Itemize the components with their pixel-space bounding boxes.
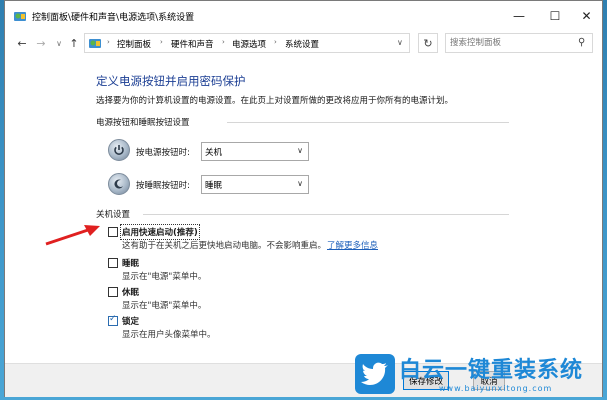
annotation-arrow-icon — [45, 225, 100, 246]
section-divider — [227, 122, 509, 123]
breadcrumb-separator: › — [107, 38, 110, 46]
search-input[interactable] — [450, 36, 570, 50]
page-title: 定义电源按钮并启用密码保护 — [96, 74, 246, 88]
watermark-logo: 白云一键重装系统 www.baiyunxitong.com — [355, 352, 607, 398]
search-box[interactable]: ⚲ — [445, 33, 593, 53]
fast-startup-label[interactable]: 启用快速启动(推荐) — [120, 224, 200, 240]
sleep-description: 显示在"电源"菜单中。 — [122, 272, 207, 282]
shutdown-section-header: 关机设置 — [96, 210, 131, 220]
lock-checkbox[interactable] — [108, 314, 118, 326]
fast-startup-checkbox[interactable] — [108, 227, 118, 237]
power-button-action-select[interactable]: 关机 ∨ — [201, 142, 309, 161]
breadcrumb-separator: › — [274, 38, 277, 46]
up-button[interactable]: ↑ — [65, 34, 83, 52]
address-bar[interactable]: › 控制面板 › 硬件和声音 › 电源选项 › 系统设置 ∨ — [84, 33, 410, 53]
hibernate-label[interactable]: 休眠 — [122, 286, 139, 298]
section-divider — [143, 214, 509, 215]
twitter-bird-icon — [355, 354, 395, 394]
close-button[interactable]: ✕ — [571, 1, 602, 31]
breadcrumb-separator: › — [222, 38, 225, 46]
sleep-button-label: 按睡眠按钮时: — [136, 181, 190, 191]
power-button-label: 按电源按钮时: — [136, 148, 190, 158]
search-icon[interactable]: ⚲ — [578, 37, 585, 48]
page-description: 选择要为你的计算机设置的电源设置。在此页上对设置所做的更改将应用于你所有的电源计… — [96, 96, 454, 106]
control-panel-icon — [14, 12, 26, 21]
control-panel-icon — [89, 39, 101, 48]
hibernate-checkbox[interactable] — [108, 287, 118, 297]
learn-more-link[interactable]: 了解更多信息 — [327, 239, 378, 251]
breadcrumb-control-panel[interactable]: 控制面板 — [117, 38, 151, 50]
forward-button[interactable]: → — [32, 34, 50, 52]
select-value: 睡眠 — [205, 181, 223, 191]
sleep-checkbox[interactable] — [108, 258, 118, 268]
navigation-bar: ← → ∨ ↑ › 控制面板 › 硬件和声音 › 电源选项 › 系统设置 ∨ ↻… — [5, 31, 602, 55]
power-section-header: 电源按钮和睡眠按钮设置 — [96, 118, 190, 128]
power-button-icon — [108, 139, 130, 161]
window-title: 控制面板\硬件和声音\电源选项\系统设置 — [32, 13, 195, 23]
sleep-button-action-select[interactable]: 睡眠 ∨ — [201, 175, 309, 194]
breadcrumb-system-settings[interactable]: 系统设置 — [285, 38, 319, 50]
title-bar: 控制面板\硬件和声音\电源选项\系统设置 — ☐ ✕ — [5, 1, 602, 31]
breadcrumb-power-options[interactable]: 电源选项 — [232, 38, 266, 50]
control-panel-window: 控制面板\硬件和声音\电源选项\系统设置 — ☐ ✕ ← → ∨ ↑ › 控制面… — [4, 0, 603, 397]
sleep-label[interactable]: 睡眠 — [122, 257, 139, 269]
fast-startup-description: 这有助于在关机之后更快地启动电脑。不会影响重启。 — [122, 241, 327, 251]
maximize-button[interactable]: ☐ — [537, 1, 573, 31]
watermark-url: www.baiyunxitong.com — [439, 384, 553, 393]
chevron-down-icon: ∨ — [297, 146, 303, 155]
lock-description: 显示在用户头像菜单中。 — [122, 330, 216, 340]
refresh-button[interactable]: ↻ — [418, 33, 438, 53]
lock-label[interactable]: 锁定 — [122, 315, 139, 327]
sleep-button-icon — [108, 173, 130, 195]
minimize-button[interactable]: — — [501, 1, 537, 31]
select-value: 关机 — [205, 148, 223, 158]
breadcrumb-separator: › — [160, 38, 163, 46]
watermark-title: 白云一键重装系统 — [399, 358, 584, 383]
hibernate-description: 显示在"电源"菜单中。 — [122, 301, 207, 311]
breadcrumb-hardware-sound[interactable]: 硬件和声音 — [171, 38, 214, 50]
back-button[interactable]: ← — [13, 34, 31, 52]
chevron-down-icon[interactable]: ∨ — [397, 38, 403, 47]
chevron-down-icon: ∨ — [297, 179, 303, 188]
